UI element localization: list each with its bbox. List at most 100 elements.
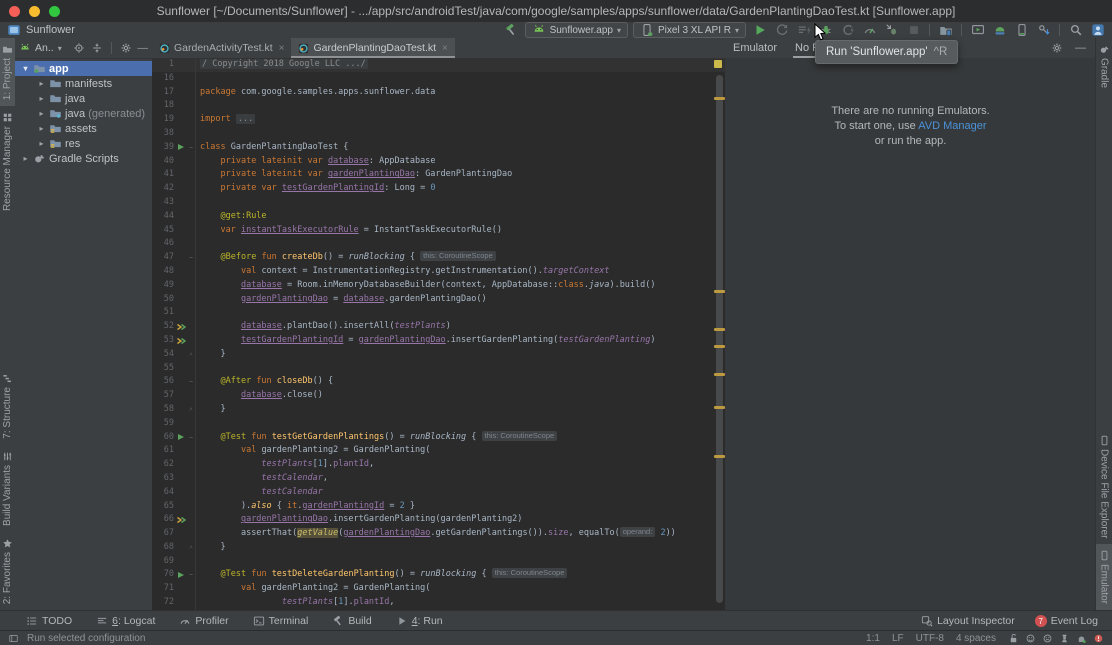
toolwindow-button-profiler[interactable]: Profiler (179, 615, 228, 627)
code-line-19[interactable]: 19import ... (152, 113, 725, 127)
tree-item-gradle-scripts[interactable]: ▸Gradle Scripts (15, 151, 152, 166)
code-line-72[interactable]: 72 testPlants[1].plantId, (152, 596, 725, 610)
fold-marker[interactable] (187, 486, 196, 500)
fold-marker[interactable] (187, 596, 196, 610)
code-line-56[interactable]: 56− @After fun closeDb() { (152, 375, 725, 389)
fold-marker[interactable]: − (187, 568, 196, 582)
profile-button[interactable] (861, 22, 878, 38)
editor-scrollbar[interactable] (716, 75, 723, 603)
sidebar-item-device-file-explorer[interactable]: Device File Explorer (1096, 429, 1112, 544)
code-line-51[interactable]: 51 (152, 306, 725, 320)
close-window-button[interactable] (9, 6, 20, 17)
code-line-53[interactable]: 53 testGardenPlantingId = gardenPlanting… (152, 334, 725, 348)
stop-button[interactable] (905, 22, 922, 38)
chevron-right-icon[interactable]: ▸ (21, 154, 30, 163)
code-line-38[interactable]: 38 (152, 127, 725, 141)
toolwindow-button-layout-inspector[interactable]: Layout Inspector (921, 615, 1015, 627)
hide-panel-icon[interactable]: — (138, 42, 149, 54)
code-line-58[interactable]: 58˄ } (152, 403, 725, 417)
code-line-69[interactable]: 69 (152, 555, 725, 569)
fold-marker[interactable]: − (187, 251, 196, 265)
profiler-low-overhead[interactable] (839, 22, 856, 38)
fold-marker[interactable]: − (187, 375, 196, 389)
sidebar-item-resource-manager[interactable]: Resource Manager (0, 106, 15, 217)
code-area[interactable]: 1/ Copyright 2018 Google LLC .../1617pac… (152, 58, 725, 610)
run-test-icon[interactable] (176, 431, 187, 445)
fold-marker[interactable] (187, 99, 196, 113)
fold-marker[interactable] (187, 389, 196, 403)
code-line-44[interactable]: 44 @get:Rule (152, 210, 725, 224)
code-line-41[interactable]: 41 private lateinit var gardenPlantingDa… (152, 168, 725, 182)
code-line-18[interactable]: 18 (152, 99, 725, 113)
code-line-61[interactable]: 61 val gardenPlanting2 = GardenPlanting( (152, 444, 725, 458)
run-config-select[interactable]: Sunflower.app▾ (525, 22, 628, 38)
apply-code-changes[interactable] (795, 22, 812, 38)
toolwindow-button-terminal[interactable]: Terminal (253, 615, 309, 627)
code-line-40[interactable]: 40 private lateinit var database: AppDat… (152, 155, 725, 169)
chevron-right-icon[interactable]: ▸ (37, 94, 46, 103)
breadcrumb[interactable]: Sunflower (0, 23, 75, 37)
code-line-57[interactable]: 57 database.close() (152, 389, 725, 403)
sync-project[interactable] (1035, 22, 1052, 38)
error-notification-icon[interactable] (1093, 633, 1104, 644)
close-icon[interactable]: × (279, 43, 285, 54)
smiley-icon[interactable] (1025, 633, 1036, 644)
toolwindow-button-event-log[interactable]: 7Event Log (1035, 615, 1098, 627)
toolwindow-button-4-run[interactable]: 4: Run (396, 615, 443, 627)
sidebar-item-gradle[interactable]: Gradle (1096, 38, 1112, 94)
tree-item-res[interactable]: ▸res (15, 136, 152, 151)
fold-marker[interactable] (187, 237, 196, 251)
gear-icon[interactable] (1051, 42, 1063, 54)
fold-marker[interactable] (187, 458, 196, 472)
code-line-68[interactable]: 68˄ } (152, 541, 725, 555)
code-line-67[interactable]: 67 assertThat(getValue(gardenPlantingDao… (152, 527, 725, 541)
fold-marker[interactable] (187, 72, 196, 86)
fold-marker[interactable] (187, 582, 196, 596)
fold-marker[interactable] (187, 265, 196, 279)
profile-avatar[interactable] (1089, 22, 1106, 38)
sidebar-item-7-structure[interactable]: 7: Structure (0, 367, 15, 445)
code-line-55[interactable]: 55 (152, 362, 725, 376)
inspections-profile-icon[interactable] (1059, 633, 1070, 644)
tree-item-java[interactable]: ▸java (15, 91, 152, 106)
code-line-43[interactable]: 43 (152, 196, 725, 210)
tree-item-assets[interactable]: ▸assets (15, 121, 152, 136)
device-manager[interactable] (937, 22, 954, 38)
apply-changes[interactable] (773, 22, 790, 38)
fold-marker[interactable] (187, 527, 196, 541)
code-line-17[interactable]: 17package com.google.samples.apps.sunflo… (152, 86, 725, 100)
fold-marker[interactable] (187, 472, 196, 486)
fold-marker[interactable] (187, 155, 196, 169)
fold-marker[interactable] (187, 168, 196, 182)
sidebar-item-1-project[interactable]: 1: Project (0, 38, 15, 106)
fold-marker[interactable] (187, 196, 196, 210)
run-test-icon[interactable] (176, 568, 187, 582)
code-line-50[interactable]: 50 gardenPlantingDao = database.gardenPl… (152, 293, 725, 307)
chevron-right-icon[interactable]: ▸ (37, 79, 46, 88)
code-line-66[interactable]: 66 gardenPlantingDao.insertGardenPlantin… (152, 513, 725, 527)
fold-marker[interactable]: ˄ (187, 348, 196, 362)
code-line-42[interactable]: 42 private var testGardenPlantingId: Lon… (152, 182, 725, 196)
fold-marker[interactable] (187, 293, 196, 307)
fold-marker[interactable] (187, 182, 196, 196)
code-line-16[interactable]: 16 (152, 72, 725, 86)
fold-marker[interactable] (187, 362, 196, 376)
code-line-60[interactable]: 60− @Test fun testGetGardenPlantings() =… (152, 431, 725, 445)
code-line-39[interactable]: 39−class GardenPlantingDaoTest { (152, 141, 725, 155)
toolwindow-button-build[interactable]: Build (332, 615, 371, 627)
code-line-65[interactable]: 65 ).also { it.gardenPlantingId = 2 } (152, 500, 725, 514)
code-line-64[interactable]: 64 testCalendar (152, 486, 725, 500)
run-test-icon[interactable] (176, 141, 187, 155)
project-view-selector[interactable]: An.. (35, 42, 54, 54)
fold-marker[interactable] (187, 306, 196, 320)
minimize-window-button[interactable] (29, 6, 40, 17)
sidebar-item-build-variants[interactable]: Build Variants (0, 445, 15, 532)
fold-marker[interactable] (187, 320, 196, 334)
status-widget-utf-8[interactable]: UTF-8 (916, 633, 944, 644)
fold-marker[interactable] (187, 86, 196, 100)
toolwindow-button-todo[interactable]: TODO (26, 615, 72, 627)
code-line-62[interactable]: 62 testPlants[1].plantId, (152, 458, 725, 472)
code-line-52[interactable]: 52 database.plantDao().insertAll(testPla… (152, 320, 725, 334)
code-line-59[interactable]: 59 (152, 417, 725, 431)
editor-tab-gardenplantingdaotest-kt[interactable]: GardenPlantingDaoTest.kt× (291, 38, 454, 58)
